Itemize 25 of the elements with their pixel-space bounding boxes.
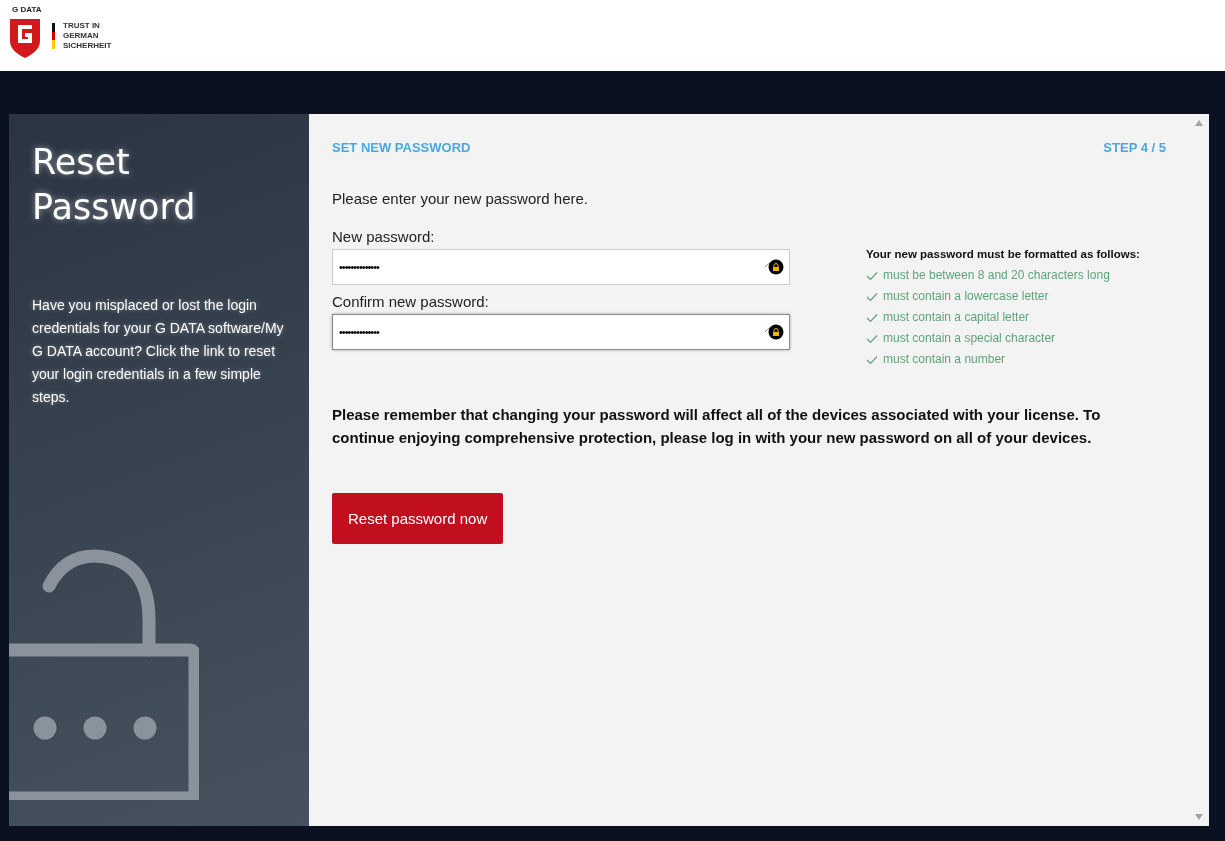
rule-text: must contain a capital letter [883, 309, 1030, 326]
rule-text: must contain a special character [883, 330, 1056, 347]
password-field[interactable]: •••••••••••••• [332, 314, 790, 350]
shield-logo-icon [10, 18, 40, 58]
page-title: Reset Password [32, 141, 197, 229]
tagline-text: GERMAN [63, 30, 100, 41]
rule-text: must contain a lowercase letter [883, 288, 1049, 305]
rules-title: Your new password must be formatted as follows: [866, 247, 1141, 262]
section-title: SET NEW PASSWORD [332, 140, 471, 155]
sidebar-description: Have you misplaced or lost the login credentials for your G DATA software/My G DATA account? Click the link to reset your login credentials in a few simple steps. [32, 296, 285, 407]
tagline-text: SICHERHEIT [63, 40, 112, 51]
eye-lock-icon[interactable] [764, 324, 784, 340]
step-indicator: STEP 4 / 5 [1103, 140, 1166, 155]
flag-stripe-icon [52, 22, 55, 49]
rule-text: must contain a number [883, 351, 1006, 368]
field-label: New password: [332, 228, 436, 245]
notice-text: Please remember that changing your password will affect all of the devices associated with your license. To continue enjoying comprehensive protection, please log in with your new password on all of your devices. [332, 405, 1102, 448]
password-field[interactable]: •••••••••••••• [332, 249, 790, 285]
rule-text: must be between 8 and 20 characters long [883, 267, 1110, 284]
tagline-text: TRUST IN [63, 20, 101, 31]
logo-text: G DATA [12, 4, 42, 14]
field-label: Confirm new password: [332, 293, 490, 310]
intro-text: Please enter your new password here. [332, 190, 589, 207]
eye-lock-icon[interactable] [764, 259, 784, 275]
reset-password-button[interactable]: Reset password now [332, 493, 504, 544]
